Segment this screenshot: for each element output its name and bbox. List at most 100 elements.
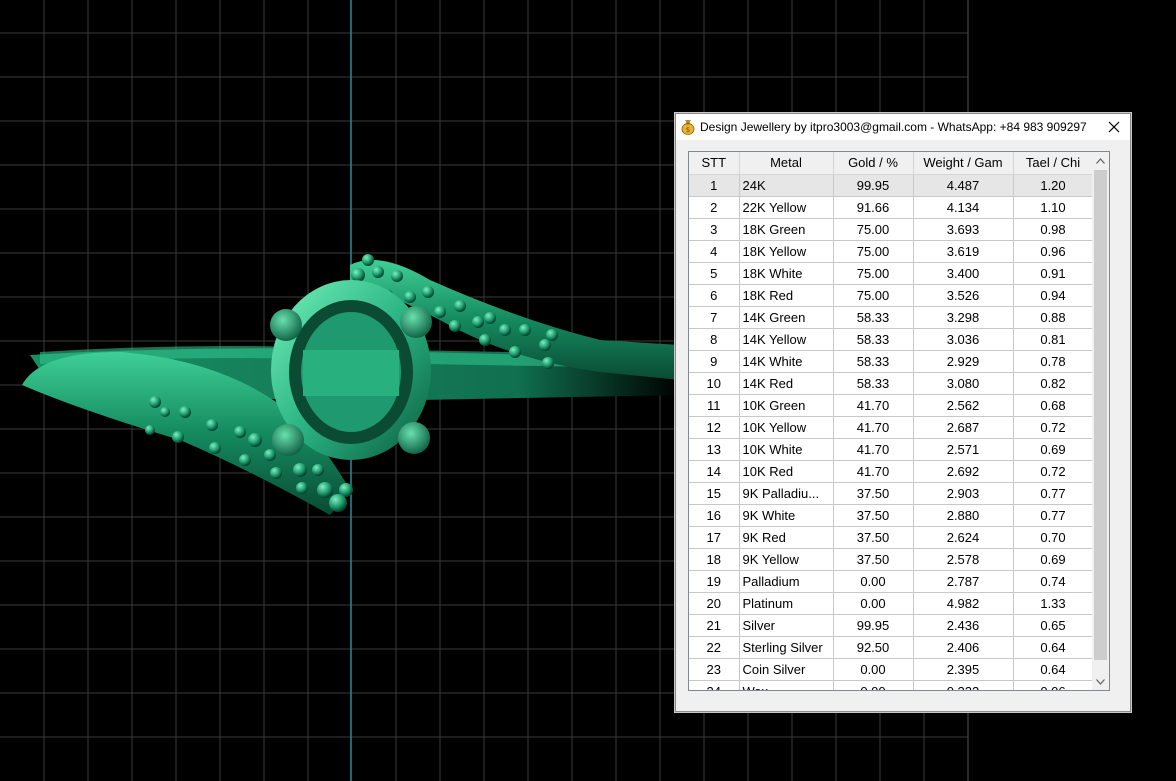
cell-weight: 4.134 (913, 196, 1014, 219)
column-header-stt[interactable]: STT (689, 152, 740, 175)
vertical-scrollbar[interactable] (1092, 152, 1109, 690)
cell-weight: 2.395 (913, 658, 1014, 681)
table-row[interactable]: 17 9K Red 37.50 2.624 0.70 (689, 526, 1093, 549)
cell-stt: 2 (689, 196, 740, 219)
cell-stt: 19 (689, 570, 740, 593)
column-header-weight-gam[interactable]: Weight / Gam (913, 152, 1014, 175)
cell-gold-percent: 92.50 (833, 636, 914, 659)
cell-gold-percent: 91.66 (833, 196, 914, 219)
cell-metal: 10K Green (739, 394, 834, 417)
cell-stt: 1 (689, 174, 740, 197)
chevron-down-icon (1096, 678, 1105, 685)
table-row[interactable]: 6 18K Red 75.00 3.526 0.94 (689, 284, 1093, 307)
table-row[interactable]: 8 14K Yellow 58.33 3.036 0.81 (689, 328, 1093, 351)
cell-metal: 10K Red (739, 460, 834, 483)
table-row[interactable]: 10 14K Red 58.33 3.080 0.82 (689, 372, 1093, 395)
cell-weight: 2.687 (913, 416, 1014, 439)
metal-list[interactable]: STT Metal Gold / % Weight / Gam Tael / C… (688, 151, 1110, 691)
cell-tael: 0.81 (1013, 328, 1093, 351)
scroll-down-button[interactable] (1092, 673, 1109, 690)
cell-stt: 22 (689, 636, 740, 659)
table-row[interactable]: 20 Platinum 0.00 4.982 1.33 (689, 592, 1093, 615)
table-row[interactable]: 5 18K White 75.00 3.400 0.91 (689, 262, 1093, 285)
cell-stt: 16 (689, 504, 740, 527)
title-bar[interactable]: $ Design Jewellery by itpro3003@gmail.co… (676, 114, 1130, 140)
svg-text:$: $ (686, 126, 690, 134)
cell-metal: 18K Green (739, 218, 834, 241)
table-row[interactable]: 1 24K 99.95 4.487 1.20 (689, 174, 1093, 197)
cell-metal: Platinum (739, 592, 834, 615)
table-row[interactable]: 24Wax0.000.2220.06 (689, 680, 1093, 690)
table-row[interactable]: 18 9K Yellow 37.50 2.578 0.69 (689, 548, 1093, 571)
cell-tael: 0.82 (1013, 372, 1093, 395)
table-row[interactable]: 9 14K White 58.33 2.929 0.78 (689, 350, 1093, 373)
cell-gold-percent: 75.00 (833, 262, 914, 285)
cell-tael: 0.91 (1013, 262, 1093, 285)
cell-weight: 2.880 (913, 504, 1014, 527)
cell-gold-percent: 99.95 (833, 614, 914, 637)
cell-tael: 0.78 (1013, 350, 1093, 373)
cell-weight: 2.903 (913, 482, 1014, 505)
cell-weight: 2.624 (913, 526, 1014, 549)
table-row[interactable]: 12 10K Yellow 41.70 2.687 0.72 (689, 416, 1093, 439)
cell-gold-percent: 75.00 (833, 284, 914, 307)
cell-gold-percent: 99.95 (833, 174, 914, 197)
cell-weight: 3.526 (913, 284, 1014, 307)
cell-weight: 3.400 (913, 262, 1014, 285)
cell-stt: 24 (689, 680, 740, 690)
table-row[interactable]: 21 Silver 99.95 2.436 0.65 (689, 614, 1093, 637)
table-row[interactable]: 13 10K White 41.70 2.571 0.69 (689, 438, 1093, 461)
cell-gold-percent: 0.00 (833, 658, 914, 681)
cell-gold-percent: 58.33 (833, 306, 914, 329)
window-title: Design Jewellery by itpro3003@gmail.com … (700, 120, 1087, 134)
cell-tael: 0.77 (1013, 504, 1093, 527)
cell-metal: Palladium (739, 570, 834, 593)
table-row[interactable]: 22 Sterling Silver 92.50 2.406 0.64 (689, 636, 1093, 659)
cell-tael: 0.65 (1013, 614, 1093, 637)
cell-tael: 0.96 (1013, 240, 1093, 263)
cell-tael: 0.72 (1013, 460, 1093, 483)
scroll-up-button[interactable] (1092, 152, 1109, 169)
cell-weight: 2.562 (913, 394, 1014, 417)
cell-stt: 8 (689, 328, 740, 351)
cell-gold-percent: 75.00 (833, 240, 914, 263)
chevron-up-icon (1096, 157, 1105, 164)
cell-stt: 14 (689, 460, 740, 483)
column-header-tael-chi[interactable]: Tael / Chi (1013, 152, 1093, 175)
cell-weight: 2.578 (913, 548, 1014, 571)
cell-stt: 20 (689, 592, 740, 615)
table-row[interactable]: 7 14K Green 58.33 3.298 0.88 (689, 306, 1093, 329)
close-icon (1108, 121, 1120, 133)
table-row[interactable]: 19 Palladium 0.00 2.787 0.74 (689, 570, 1093, 593)
table-row[interactable]: 3 18K Green 75.00 3.693 0.98 (689, 218, 1093, 241)
table-row[interactable]: 2 22K Yellow 91.66 4.134 1.10 (689, 196, 1093, 219)
table-row[interactable]: 11 10K Green 41.70 2.562 0.68 (689, 394, 1093, 417)
cell-gold-percent: 0.00 (833, 592, 914, 615)
cell-stt: 21 (689, 614, 740, 637)
table-row[interactable]: 16 9K White 37.50 2.880 0.77 (689, 504, 1093, 527)
cell-stt: 4 (689, 240, 740, 263)
cell-metal: 9K Palladiu... (739, 482, 834, 505)
metal-weight-dialog: $ Design Jewellery by itpro3003@gmail.co… (675, 113, 1131, 712)
cell-stt: 7 (689, 306, 740, 329)
cell-gold-percent: 58.33 (833, 328, 914, 351)
table-row[interactable]: 4 18K Yellow 75.00 3.619 0.96 (689, 240, 1093, 263)
table-row[interactable]: 15 9K Palladiu... 37.50 2.903 0.77 (689, 482, 1093, 505)
cell-metal: 9K White (739, 504, 834, 527)
cell-metal: 14K Red (739, 372, 834, 395)
column-header-gold-percent[interactable]: Gold / % (833, 152, 914, 175)
cell-tael: 0.06 (1013, 680, 1093, 690)
cell-stt: 23 (689, 658, 740, 681)
table-row[interactable]: 23 Coin Silver 0.00 2.395 0.64 (689, 658, 1093, 681)
table-row[interactable]: 14 10K Red 41.70 2.692 0.72 (689, 460, 1093, 483)
cell-gold-percent: 75.00 (833, 218, 914, 241)
close-button[interactable] (1098, 114, 1130, 140)
cell-gold-percent: 0.00 (833, 680, 914, 690)
metal-table: STT Metal Gold / % Weight / Gam Tael / C… (689, 152, 1093, 690)
cell-gold-percent: 41.70 (833, 416, 914, 439)
cell-weight: 2.929 (913, 350, 1014, 373)
cell-metal: 18K Yellow (739, 240, 834, 263)
column-header-metal[interactable]: Metal (739, 152, 834, 175)
scrollbar-thumb[interactable] (1094, 170, 1107, 660)
cell-tael: 0.72 (1013, 416, 1093, 439)
